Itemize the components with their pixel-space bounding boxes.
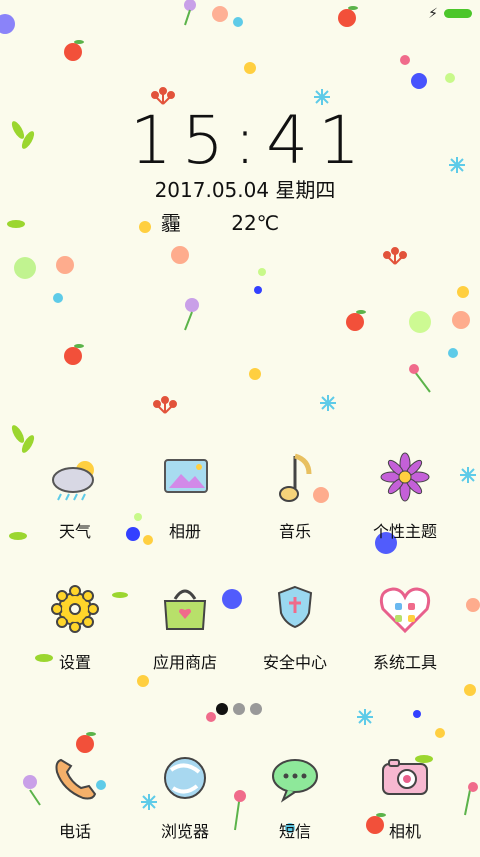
messages-icon <box>265 750 325 810</box>
app-label: 相册 <box>168 522 201 541</box>
app-label: 浏览器 <box>160 822 209 841</box>
theme-icon <box>375 450 435 510</box>
app-label: 安全中心 <box>262 653 327 672</box>
dock-browser[interactable]: 浏览器 <box>130 750 240 842</box>
app-music[interactable]: 音乐 <box>240 450 350 542</box>
weather-condition: 霾 <box>160 211 181 235</box>
battery-icon <box>444 9 472 18</box>
status-bar: ⚡ <box>0 0 480 28</box>
system-tools-icon <box>375 581 435 641</box>
app-label: 设置 <box>58 653 91 672</box>
weather-temperature: 22℃ <box>231 211 280 235</box>
app-label: 相机 <box>388 822 421 841</box>
app-label: 系统工具 <box>372 653 437 672</box>
app-store[interactable]: 应用商店 <box>130 581 240 673</box>
app-label: 天气 <box>58 522 91 541</box>
app-security[interactable]: 安全中心 <box>240 581 350 673</box>
gallery-icon <box>155 450 215 510</box>
security-icon <box>265 581 325 641</box>
clock-time[interactable]: 15:41 <box>0 102 480 179</box>
app-label: 短信 <box>278 822 311 841</box>
dock-phone[interactable]: 电话 <box>20 750 130 842</box>
app-label: 应用商店 <box>152 653 217 672</box>
app-label: 电话 <box>58 822 91 841</box>
weather-icon <box>45 450 105 510</box>
camera-icon <box>375 750 435 810</box>
app-label: 个性主题 <box>372 522 437 541</box>
page-dot-active[interactable] <box>216 703 228 715</box>
app-label: 音乐 <box>278 522 311 541</box>
page-indicator[interactable] <box>216 700 267 719</box>
phone-icon <box>45 750 105 810</box>
weather-widget[interactable]: 霾 22℃ <box>0 207 440 236</box>
app-store-icon <box>155 581 215 641</box>
dock-camera[interactable]: 相机 <box>350 750 460 842</box>
app-settings[interactable]: 设置 <box>20 581 130 673</box>
app-weather[interactable]: 天气 <box>20 450 130 542</box>
dock-messages[interactable]: 短信 <box>240 750 350 842</box>
charging-icon: ⚡ <box>428 6 438 22</box>
app-gallery[interactable]: 相册 <box>130 450 240 542</box>
app-system-tools[interactable]: 系统工具 <box>350 581 460 673</box>
clock-date: 2017.05.04 星期四 <box>154 178 336 202</box>
music-icon <box>265 450 325 510</box>
browser-icon <box>155 750 215 810</box>
app-themes[interactable]: 个性主题 <box>350 450 460 542</box>
page-dot[interactable] <box>233 703 245 715</box>
page-dot[interactable] <box>250 703 262 715</box>
settings-icon <box>45 581 105 641</box>
